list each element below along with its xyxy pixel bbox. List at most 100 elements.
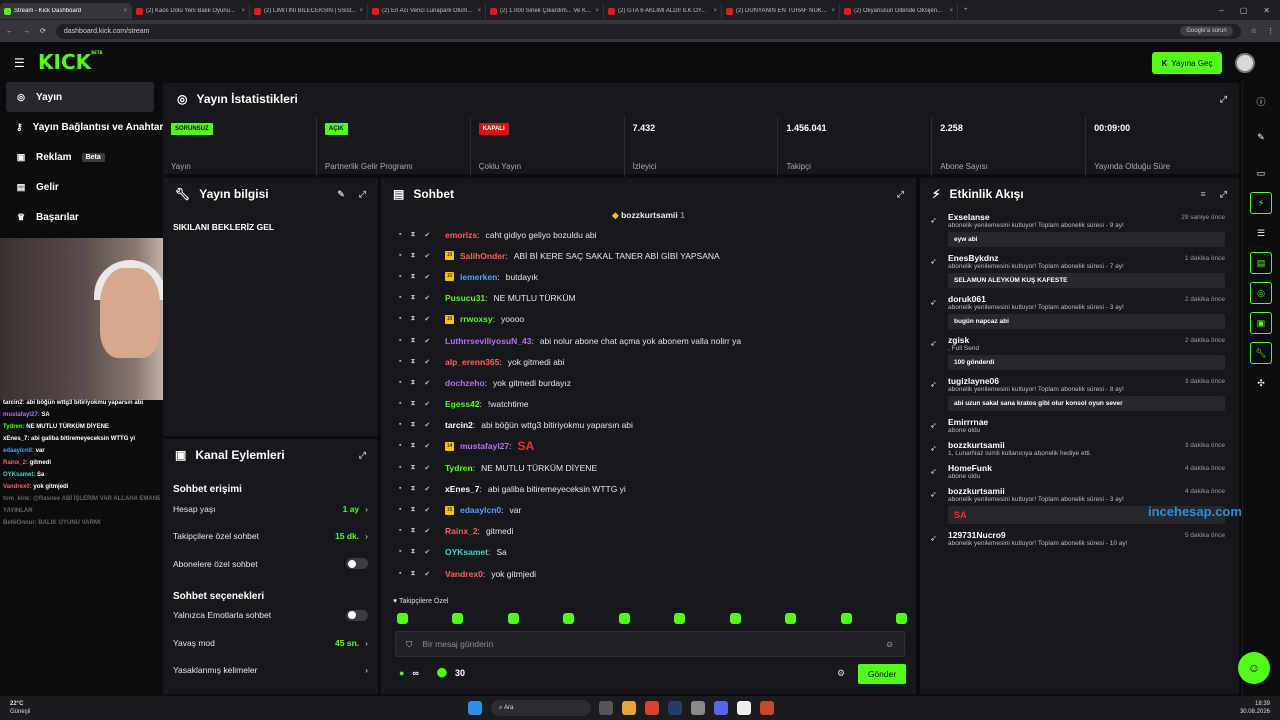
new-tab-icon[interactable]: + [964,7,968,13]
chrome-icon[interactable] [645,701,659,715]
timeout-icon[interactable]: ⧗ [410,379,415,387]
timeout-icon[interactable]: ⧗ [410,294,415,302]
timeout-icon[interactable]: ⧗ [410,527,415,535]
emoji-icon[interactable]: ☺ [885,639,894,649]
trash-icon[interactable]: ▪ [399,570,401,578]
check-icon[interactable]: ✔ [424,231,430,239]
trash-icon[interactable]: ▪ [399,485,401,493]
reload-icon[interactable]: ⟳ [40,27,46,35]
close-tab-icon[interactable]: × [949,8,953,14]
check-icon[interactable]: ✔ [424,252,430,260]
setting-row[interactable]: Yalnızca Emotlarla sohbet [163,602,378,630]
list-icon[interactable]: ☰ [1250,222,1272,244]
chat-username[interactable]: Rainx_2 [445,526,478,536]
clock[interactable]: 18:39 30.08.2026 [1240,700,1270,716]
close-tab-icon[interactable]: × [123,8,127,14]
hamburger-menu-icon[interactable]: ☰ [14,56,25,70]
event-user[interactable]: zgisk [948,335,1225,345]
forward-icon[interactable]: → [23,28,30,35]
browser-tab[interactable]: (2) Kaos Dolu Yeni Balık Oyunu... × [132,3,250,19]
chat-username[interactable]: mustafayl27 [460,441,509,451]
chat-username[interactable]: SalihOnder [460,251,505,261]
check-icon[interactable]: ✔ [424,400,430,408]
check-icon[interactable]: ✔ [424,442,430,450]
chat-username[interactable]: OYKsamet [445,547,488,557]
chat-username[interactable]: emorizs [445,230,477,240]
chat-username[interactable]: LuthrrseviliyosuN_43 [445,336,531,346]
emote-icon[interactable] [507,613,519,624]
chat-username[interactable]: Pusucu31 [445,293,485,303]
check-icon[interactable]: ✔ [424,464,430,472]
weather-widget[interactable]: 22°C Güneşli [10,700,30,716]
timeout-icon[interactable]: ⧗ [410,231,415,239]
minimize-icon[interactable]: – [1219,6,1223,15]
event-user[interactable]: doruk061 [948,294,1225,304]
browser-tab[interactable]: (2) GTA 6 AKLIMI ALDI! İLK OY... × [604,3,722,19]
expand-icon[interactable]: ⤢ [1220,189,1227,200]
support-chat-icon[interactable]: ☺ [1238,652,1270,684]
timeout-icon[interactable]: ⧗ [410,337,415,345]
settings-gear-icon[interactable]: ⚙ [837,668,845,679]
edit-icon[interactable]: ✎ [1250,126,1272,148]
kick-logo[interactable]: KICKBETA [38,50,102,74]
browser-tab[interactable]: (2) LİMİTİNİ BİLECEKSİN | 5Sist... × [250,3,368,19]
url-field[interactable]: dashboard.kick.com/stream Google'a sorun [55,23,1241,39]
browser-tab[interactable]: (2) DÜNYANIN EN TUHAF NÜK... × [722,3,840,19]
sidebar-item[interactable]: ▣ Reklam Beta [0,142,160,172]
check-icon[interactable]: ✔ [424,337,430,345]
browser-tab[interactable]: (2) 1.000 Sinek Çıkardım... Ve K... × [486,3,604,19]
close-window-icon[interactable]: ✕ [1263,6,1270,15]
start-icon[interactable] [468,701,482,715]
maximize-icon[interactable]: ▢ [1240,6,1248,15]
check-icon[interactable]: ✔ [424,379,430,387]
layout-icon[interactable]: ▭ [1250,162,1272,184]
expand-icon[interactable]: ⤢ [897,189,904,200]
chevron-right-icon[interactable]: › [365,638,368,648]
trash-icon[interactable]: ▪ [399,252,401,260]
chat-username[interactable]: dochzeho [445,378,485,388]
trash-icon[interactable]: ▪ [399,315,401,323]
check-icon[interactable]: ✔ [424,421,430,429]
file-explorer-icon[interactable] [622,701,636,715]
sidebar-item[interactable]: ⚷ Yayın Bağlantısı ve Anahtarı [0,112,166,142]
check-icon[interactable]: ✔ [424,570,430,578]
event-user[interactable]: Emirrrnae [948,417,1225,427]
toggle-switch[interactable] [346,609,368,621]
chat-username[interactable]: lemerken [460,272,497,282]
timeout-icon[interactable]: ⧗ [410,485,415,493]
chat-username[interactable]: Vandrex0 [445,569,483,579]
setting-row[interactable]: Abonelere özel sohbet [163,550,378,578]
check-icon[interactable]: ✔ [424,315,430,323]
check-icon[interactable]: ✔ [424,273,430,281]
timeout-icon[interactable]: ⧗ [410,315,415,323]
chat-username[interactable]: Tydren [445,463,473,473]
chevron-right-icon[interactable]: › [365,665,368,675]
chat-username[interactable]: xEnes_7 [445,484,480,494]
filter-icon[interactable]: ≡ [1201,189,1206,200]
event-user[interactable]: 129731Nucro9 [948,530,1225,540]
check-icon[interactable]: ✔ [424,294,430,302]
sidebar-item[interactable]: ♛ Başarılar [0,202,160,232]
check-icon[interactable]: ✔ [424,527,430,535]
trash-icon[interactable]: ▪ [399,506,401,514]
timeout-icon[interactable]: ⧗ [410,548,415,556]
trash-icon[interactable]: ▪ [399,273,401,281]
chat-username[interactable]: alp_erenn365 [445,357,499,367]
setting-row[interactable]: Yavaş mod 45 sn. › [163,629,378,657]
obs-icon[interactable] [737,701,751,715]
emote-icon[interactable] [452,613,464,624]
go-live-button[interactable]: K Yayına Geç [1152,52,1222,74]
emote-icon[interactable] [785,613,797,624]
google-ask-badge[interactable]: Google'a sorun [1180,26,1233,36]
timeout-icon[interactable]: ⧗ [410,358,415,366]
emote-icon[interactable] [618,613,630,624]
close-tab-icon[interactable]: × [595,8,599,14]
trash-icon[interactable]: ▪ [399,548,401,556]
browser-tab[interactable]: Stream - Kick Dashboard × [0,3,132,19]
setting-row[interactable]: Takipçilere özel sohbet 15 dk. › [163,523,378,551]
channel-icon[interactable]: ▣ [1250,312,1272,334]
user-avatar[interactable] [1235,53,1255,73]
app-icon[interactable] [691,701,705,715]
event-user[interactable]: tugizlayne06 [948,376,1225,386]
event-user[interactable]: HomeFunk [948,463,1225,473]
